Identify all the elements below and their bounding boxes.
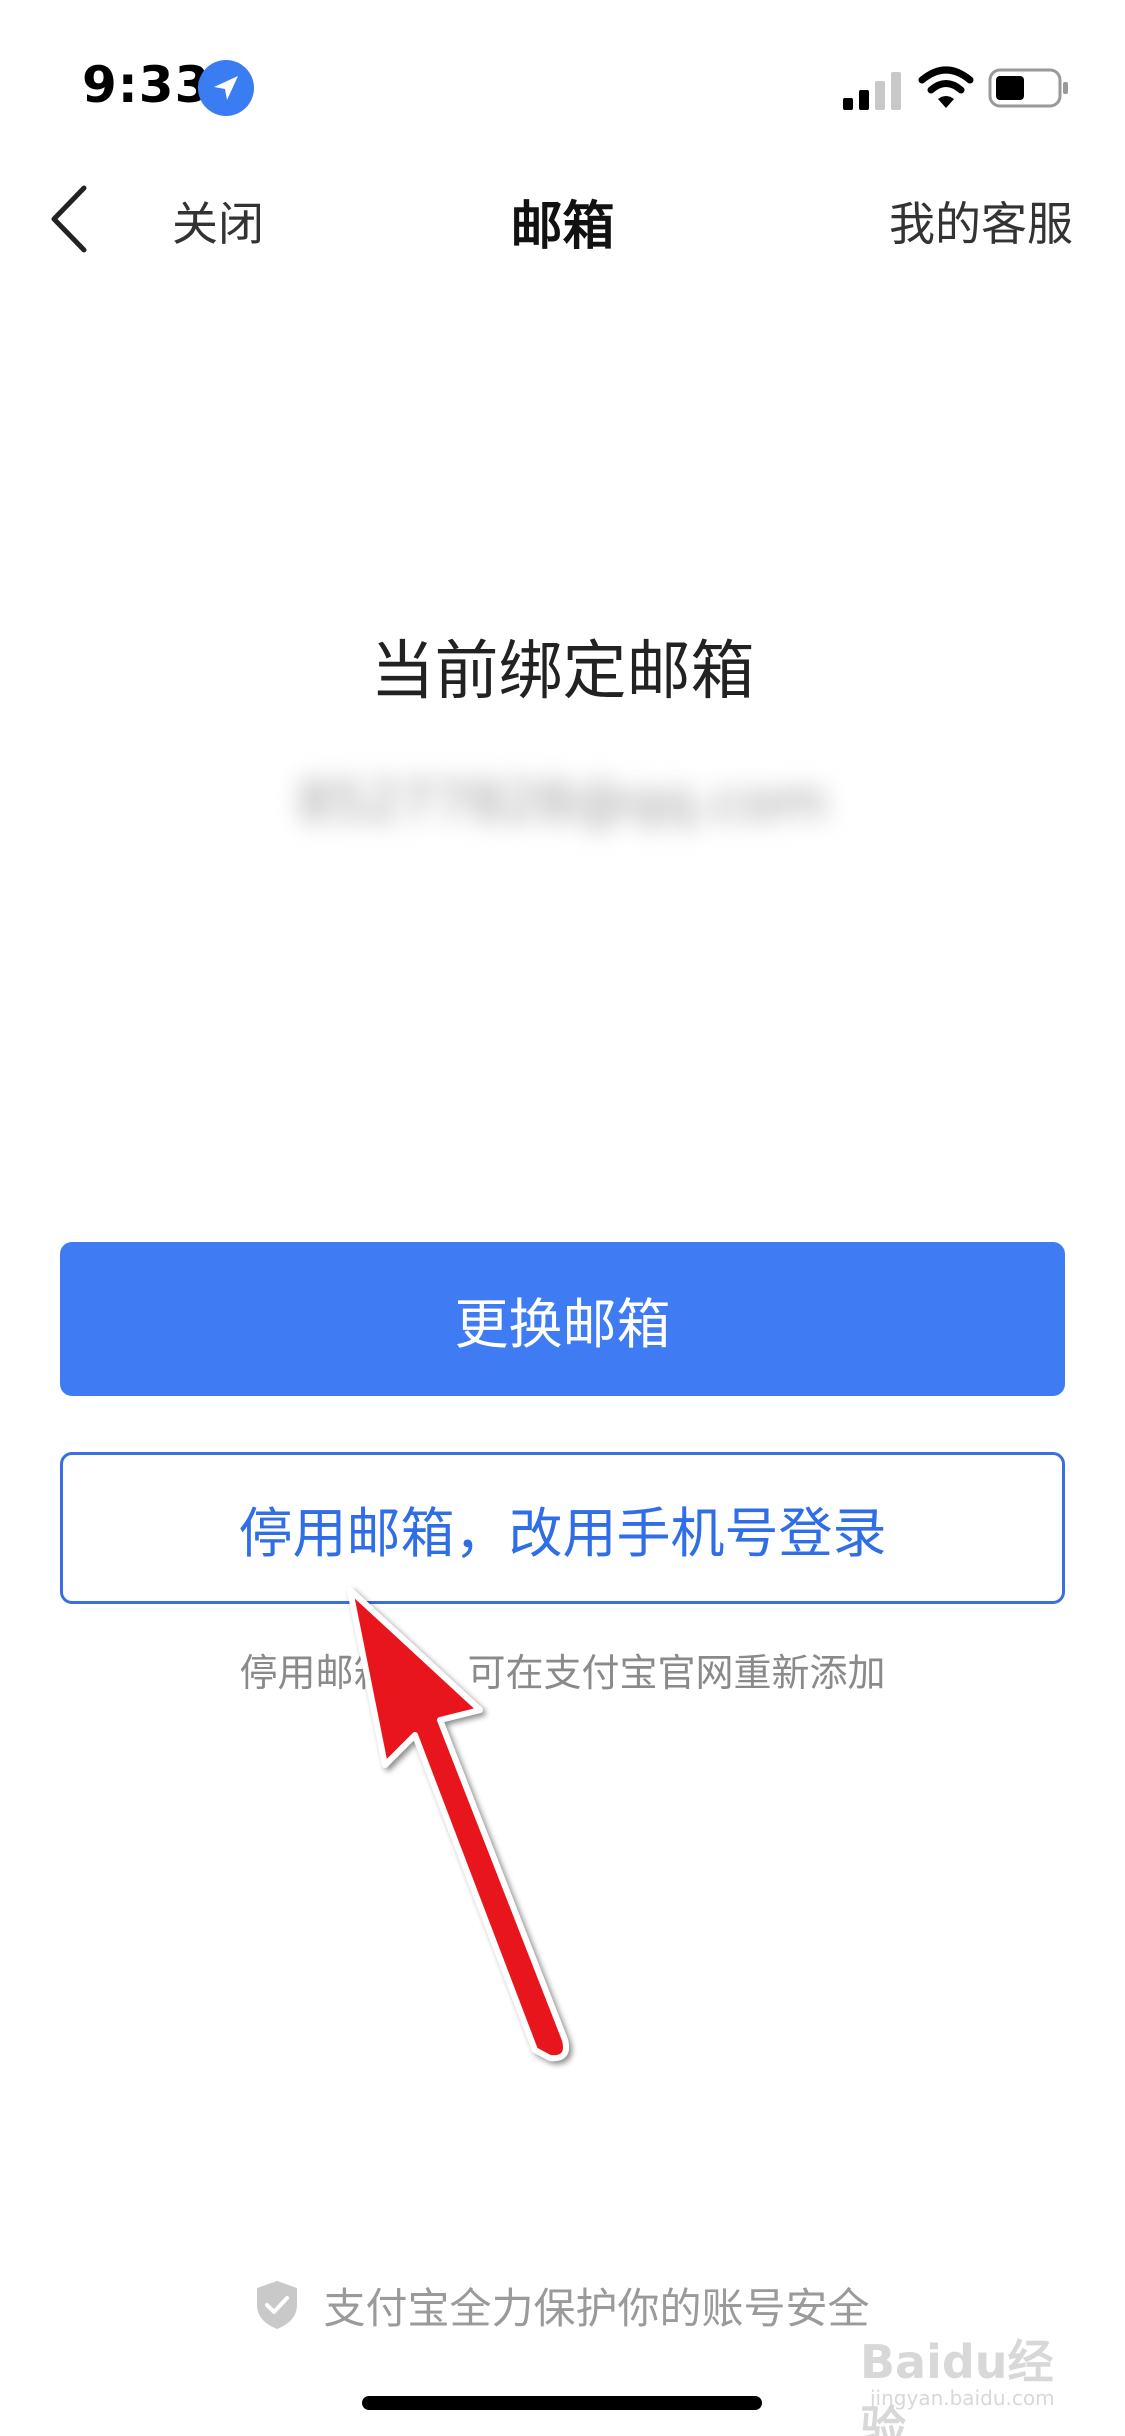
bound-email-value: 85277828@qq.com (297, 770, 828, 833)
red-arrow-annotation (347, 1587, 569, 2062)
location-icon (198, 60, 254, 116)
baidu-watermark: Baidu经验 jingyan.baidu.com (860, 2320, 1090, 2436)
watermark-url: jingyan.baidu.com (870, 2386, 1055, 2410)
nav-bar: 关闭 邮箱 我的客服 (0, 160, 1125, 270)
watermark-brand: Baidu经验 (860, 2335, 1054, 2436)
status-bar: 9:33 (0, 0, 1125, 140)
security-footer-text: 支付宝全力保护你的账号安全 (323, 2283, 870, 2333)
signal-icon (843, 72, 901, 110)
status-time: 9:33 (82, 56, 211, 114)
shield-check-icon (257, 2281, 298, 2329)
change-email-button[interactable]: 更换邮箱 (60, 1242, 1065, 1396)
wifi-icon (918, 66, 974, 108)
home-indicator[interactable] (362, 2396, 762, 2410)
bound-email-heading: 当前绑定邮箱 (370, 635, 755, 709)
customer-service-button[interactable]: 我的客服 (889, 188, 1073, 254)
battery-icon (988, 68, 1068, 108)
